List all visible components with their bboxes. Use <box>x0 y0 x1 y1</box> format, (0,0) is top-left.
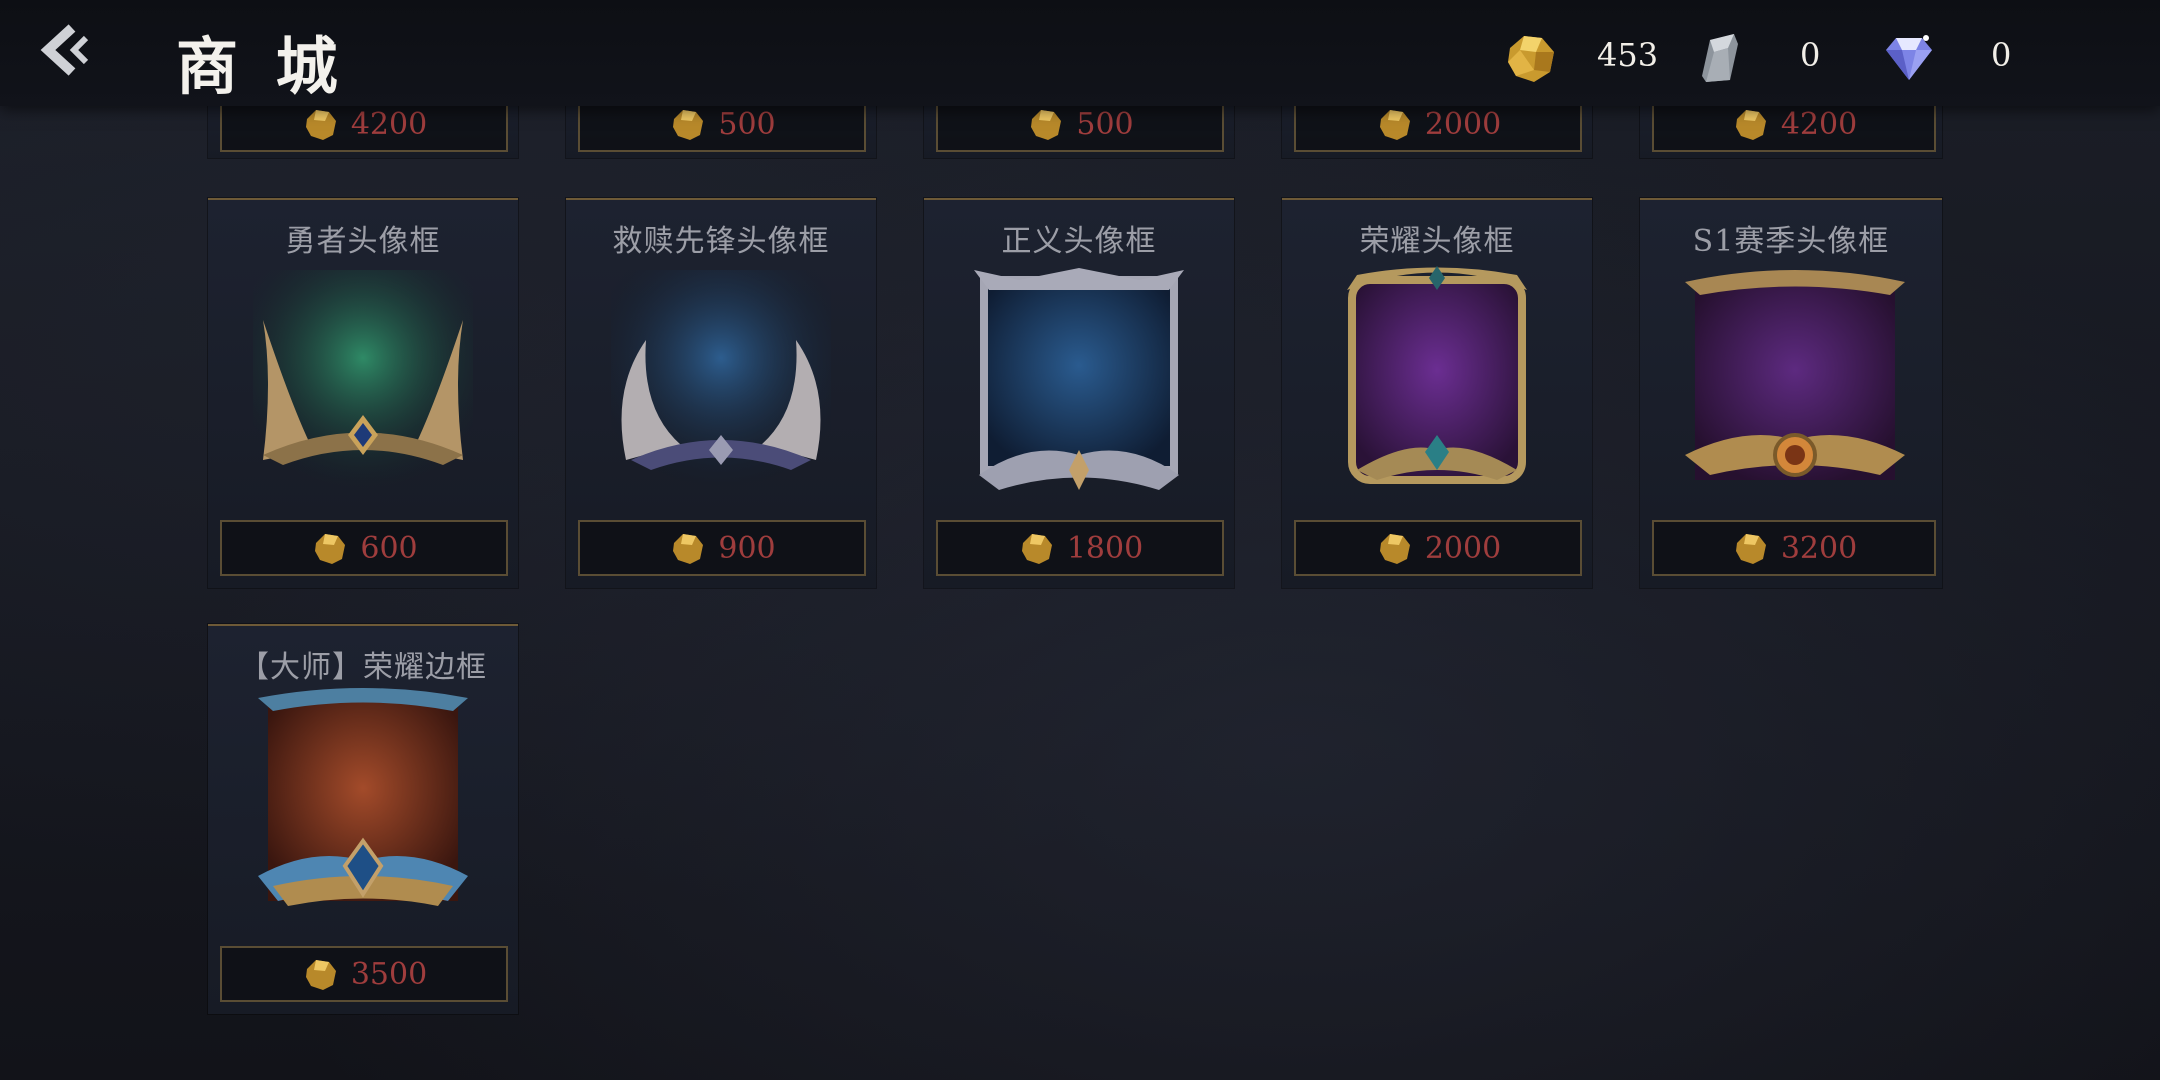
price-label: 2000 <box>1424 530 1502 566</box>
gold-ore-icon <box>1021 534 1052 564</box>
price-label: 2000 <box>1424 106 1502 142</box>
diamond-icon <box>1886 35 1932 80</box>
shop-item-card[interactable]: 救赎先锋头像框 900 <box>566 198 876 588</box>
price-label: 1800 <box>1066 530 1144 566</box>
diamond-amount: 0 <box>1991 36 2012 74</box>
gold-ore-icon <box>673 534 704 564</box>
price-button[interactable]: 1800 <box>936 520 1224 576</box>
item-name: S1赛季头像框 <box>1692 224 1890 259</box>
item-name: 救赎先锋头像框 <box>612 224 830 259</box>
gold-ore-icon <box>305 110 336 140</box>
chevron-left-icon <box>40 24 89 76</box>
shop-item-card[interactable]: 荣耀头像框 2000 <box>1282 198 1592 588</box>
avatar-frame-image <box>1685 270 1905 480</box>
gold-ore-icon <box>1031 110 1062 140</box>
gold-ore-icon <box>673 110 704 140</box>
silver-stone-icon <box>1702 34 1738 82</box>
gold-ore-icon <box>315 534 346 564</box>
gold-ore-icon <box>1735 534 1766 564</box>
avatar-frame-image <box>611 270 831 490</box>
price-button[interactable]: 3500 <box>220 946 508 1002</box>
avatar-frame-image <box>1347 266 1527 484</box>
gold-amount: 453 <box>1597 36 1659 74</box>
gold-ore-icon <box>1735 110 1766 140</box>
price-button[interactable]: 3200 <box>1652 520 1936 576</box>
avatar-frame-image <box>974 268 1184 490</box>
avatar-frame-image <box>253 270 473 490</box>
price-button[interactable]: 600 <box>220 520 508 576</box>
price-button[interactable]: 900 <box>578 520 866 576</box>
item-name: 正义头像框 <box>1001 224 1157 259</box>
gold-ore-icon <box>1508 36 1554 82</box>
item-name: 【大师】荣耀边框 <box>239 650 487 685</box>
gold-ore-icon <box>1379 534 1410 564</box>
currency-diamond <box>1878 24 1940 90</box>
currency-silver <box>1688 24 1750 90</box>
price-label: 3500 <box>350 956 428 992</box>
price-label: 4200 <box>1780 106 1858 142</box>
silver-amount: 0 <box>1800 36 1821 74</box>
gold-ore-icon <box>305 960 336 990</box>
shop-item-card[interactable]: 正义头像框 1800 <box>924 198 1234 588</box>
shop-item-card[interactable]: 【大师】荣耀边框 3500 <box>208 624 518 1014</box>
item-name: 勇者头像框 <box>285 224 441 259</box>
price-label: 4200 <box>350 106 428 142</box>
price-label: 900 <box>718 530 776 566</box>
page-title: 商 城 <box>176 30 346 103</box>
price-button[interactable]: 2000 <box>1294 520 1582 576</box>
price-label: 500 <box>718 106 776 142</box>
price-label: 3200 <box>1780 530 1858 566</box>
shop-screen: 商 城 453 0 0 4200 500 500 2000 4200 勇者头像框… <box>0 0 2160 1080</box>
top-bar: 商 城 453 0 0 <box>0 0 2160 106</box>
price-label: 500 <box>1076 106 1134 142</box>
currency-gold <box>1500 24 1562 90</box>
shop-item-card[interactable]: S1赛季头像框 3200 <box>1640 198 1942 588</box>
gold-ore-icon <box>1379 110 1410 140</box>
avatar-frame-image <box>258 688 468 906</box>
price-label: 600 <box>360 530 418 566</box>
back-button[interactable] <box>34 18 98 82</box>
item-name: 荣耀头像框 <box>1359 224 1515 259</box>
shop-item-card[interactable]: 勇者头像框 600 <box>208 198 518 588</box>
